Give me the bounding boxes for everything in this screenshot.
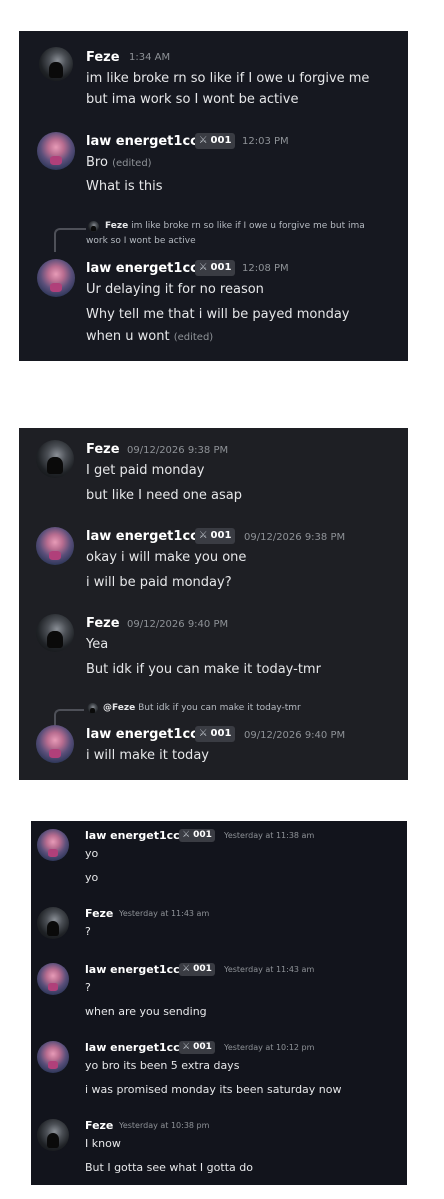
message-timestamp: Yesterday at 10:12 pm bbox=[224, 1043, 315, 1052]
username-feze[interactable]: Feze bbox=[85, 1119, 113, 1132]
username-feze[interactable]: Feze bbox=[86, 442, 120, 457]
username-feze[interactable]: Feze bbox=[86, 616, 120, 631]
sword-icon: ⚔ bbox=[182, 964, 191, 974]
message-timestamp: 12:08 PM bbox=[242, 263, 289, 274]
reply-connector bbox=[54, 709, 84, 727]
message-text: ? bbox=[85, 925, 91, 938]
role-badge: ⚔ 001 bbox=[195, 133, 235, 149]
feze-avatar[interactable] bbox=[37, 1119, 69, 1151]
law-energet1cc-avatar[interactable] bbox=[37, 132, 75, 170]
username-feze[interactable]: Feze bbox=[86, 50, 120, 65]
message-text: but ima work so I wont be active bbox=[86, 92, 299, 107]
message-timestamp: 09/12/2026 9:40 PM bbox=[127, 619, 229, 630]
sword-icon: ⚔ bbox=[198, 135, 208, 146]
message-text: i will be paid monday? bbox=[86, 575, 232, 590]
username-feze[interactable]: Feze bbox=[85, 907, 113, 920]
message-timestamp: Yesterday at 11:38 am bbox=[224, 831, 315, 840]
edited-label: (edited) bbox=[173, 332, 214, 343]
username-law-energet1cc[interactable]: law energet1cc bbox=[85, 1041, 180, 1054]
law-energet1cc-avatar[interactable] bbox=[36, 725, 74, 763]
law-energet1cc-avatar[interactable] bbox=[37, 1041, 69, 1073]
edited-label: (edited) bbox=[112, 158, 152, 169]
law-energet1cc-avatar[interactable] bbox=[37, 829, 69, 861]
message-text: i was promised monday its been saturday … bbox=[85, 1083, 342, 1096]
chat-screenshot-2: Feze 09/12/2026 9:38 PM I get paid monda… bbox=[19, 428, 408, 780]
message-text: I know bbox=[85, 1137, 121, 1150]
sword-icon: ⚔ bbox=[198, 728, 208, 739]
feze-avatar[interactable] bbox=[37, 907, 69, 939]
message-text: But I gotta see what I gotta do bbox=[85, 1161, 253, 1174]
law-energet1cc-avatar[interactable] bbox=[36, 527, 74, 565]
message-timestamp: Yesterday at 11:43 am bbox=[224, 965, 315, 974]
message-text: im like broke rn so like if I owe u forg… bbox=[86, 71, 370, 86]
law-energet1cc-avatar[interactable] bbox=[37, 963, 69, 995]
message-text: Why tell me that i will be payed monday bbox=[86, 307, 350, 322]
message-timestamp: Yesterday at 11:43 am bbox=[119, 909, 210, 918]
message-text: I get paid monday bbox=[86, 463, 205, 478]
sword-icon: ⚔ bbox=[198, 262, 208, 273]
reply-preview-continued: work so I wont be active bbox=[86, 236, 196, 246]
username-law-energet1cc[interactable]: law energet1cc bbox=[86, 134, 198, 149]
role-badge: ⚔ 001 bbox=[179, 963, 215, 976]
username-law-energet1cc[interactable]: law energet1cc bbox=[86, 529, 198, 544]
reply-connector bbox=[54, 228, 86, 252]
feze-avatar[interactable] bbox=[39, 47, 73, 81]
feze-avatar[interactable] bbox=[36, 614, 74, 652]
role-badge: ⚔ 001 bbox=[195, 260, 235, 276]
message-timestamp: 12:03 PM bbox=[242, 136, 289, 147]
message-text: okay i will make you one bbox=[86, 550, 247, 565]
sword-icon: ⚔ bbox=[182, 1042, 191, 1052]
sword-icon: ⚔ bbox=[198, 530, 208, 541]
username-law-energet1cc[interactable]: law energet1cc bbox=[86, 261, 198, 276]
chat-screenshot-1: Feze 1:34 AM im like broke rn so like if… bbox=[19, 31, 408, 361]
role-badge: ⚔ 001 bbox=[179, 1041, 215, 1054]
message-text: i will make it today bbox=[86, 748, 209, 763]
role-badge: ⚔ 001 bbox=[195, 726, 235, 742]
message-text: Yea bbox=[86, 637, 109, 652]
message-text: when u wont (edited) bbox=[86, 329, 214, 344]
message-text: yo bro its been 5 extra days bbox=[85, 1059, 240, 1072]
chat-screenshot-3: law energet1cc ⚔ 001 Yesterday at 11:38 a… bbox=[31, 821, 407, 1185]
username-law-energet1cc[interactable]: law energet1cc bbox=[86, 727, 198, 742]
reply-preview[interactable]: Feze im like broke rn so like if I owe u… bbox=[105, 221, 365, 231]
message-text: But idk if you can make it today-tmr bbox=[86, 662, 321, 677]
message-text: Ur delaying it for no reason bbox=[86, 282, 264, 297]
role-badge: ⚔ 001 bbox=[179, 829, 215, 842]
message-text: when are you sending bbox=[85, 1005, 207, 1018]
feze-mini-avatar bbox=[88, 221, 99, 232]
message-text: yo bbox=[85, 847, 99, 860]
reply-preview[interactable]: @Feze But idk if you can make it today-t… bbox=[103, 703, 301, 713]
username-law-energet1cc[interactable]: law energet1cc bbox=[85, 963, 180, 976]
feze-avatar[interactable] bbox=[36, 440, 74, 478]
feze-mini-avatar bbox=[87, 703, 98, 714]
message-timestamp: 1:34 AM bbox=[129, 52, 171, 63]
message-timestamp: Yesterday at 10:38 pm bbox=[119, 1121, 210, 1130]
message-timestamp: 09/12/2026 9:38 PM bbox=[127, 445, 229, 456]
message-timestamp: 09/12/2026 9:40 PM bbox=[244, 730, 346, 741]
role-badge: ⚔ 001 bbox=[195, 528, 235, 544]
message-text: ? bbox=[85, 981, 91, 994]
message-text: but like I need one asap bbox=[86, 488, 243, 503]
message-timestamp: 09/12/2026 9:38 PM bbox=[244, 532, 346, 543]
message-text: What is this bbox=[86, 179, 163, 194]
username-law-energet1cc[interactable]: law energet1cc bbox=[85, 829, 180, 842]
message-text: Bro (edited) bbox=[86, 155, 152, 170]
message-text: yo bbox=[85, 871, 99, 884]
law-energet1cc-avatar[interactable] bbox=[37, 259, 75, 297]
sword-icon: ⚔ bbox=[182, 830, 191, 840]
